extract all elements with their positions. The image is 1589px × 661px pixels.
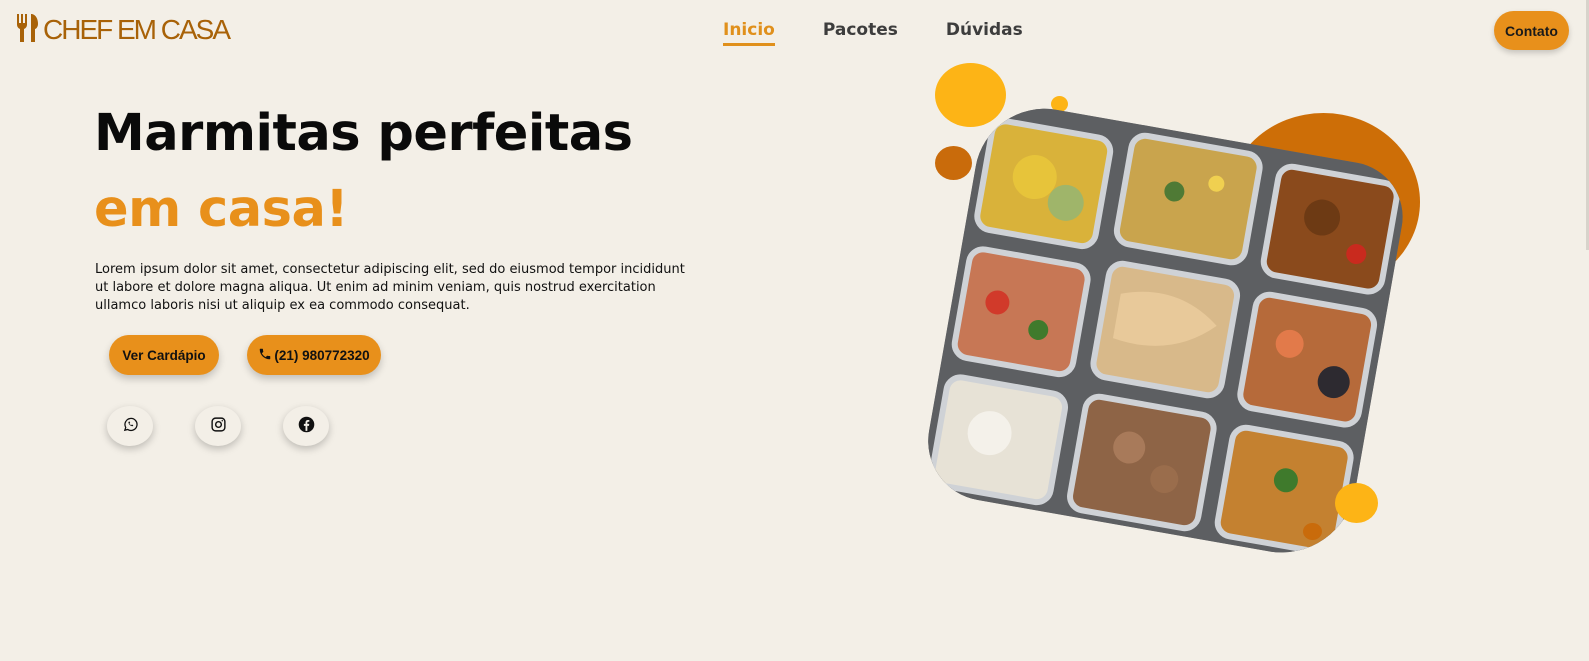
whatsapp-button[interactable]: [107, 406, 153, 446]
nav-item-inicio[interactable]: Inicio: [723, 20, 775, 46]
brand-name: CHEF EM CASA: [43, 14, 231, 45]
decor-dot-orange: [935, 146, 972, 180]
facebook-button[interactable]: [283, 406, 329, 446]
main-nav: Inicio Pacotes Dúvidas: [723, 20, 1023, 46]
hero-title-accent: em casa!: [94, 180, 349, 239]
phone-button[interactable]: (21) 980772320: [247, 335, 381, 375]
page: CHEF EM CASA Inicio Pacotes Dúvidas Cont…: [0, 0, 1589, 661]
facebook-icon: [298, 416, 315, 437]
decor-dot-orange-bottom: [1303, 523, 1322, 540]
decor-dot-yellow-bottom: [1335, 483, 1378, 523]
brand-logo[interactable]: CHEF EM CASA: [15, 14, 231, 46]
phone-icon: [258, 347, 272, 364]
decor-circle-yellow: [935, 63, 1006, 127]
nav-item-duvidas[interactable]: Dúvidas: [946, 20, 1023, 46]
hero-title: Marmitas perfeitas em casa!: [94, 96, 734, 248]
utensils-icon: [15, 14, 39, 46]
phone-number: (21) 980772320: [274, 347, 370, 363]
view-menu-button[interactable]: Ver Cardápio: [109, 335, 219, 375]
hero-description: Lorem ipsum dolor sit amet, consectetur …: [95, 262, 685, 313]
hero-title-main: Marmitas perfeitas: [94, 104, 633, 163]
contact-button[interactable]: Contato: [1494, 11, 1569, 50]
nav-item-pacotes[interactable]: Pacotes: [823, 20, 898, 46]
instagram-icon: [210, 416, 227, 437]
view-menu-label: Ver Cardápio: [122, 347, 206, 363]
instagram-button[interactable]: [195, 406, 241, 446]
whatsapp-icon: [122, 416, 139, 437]
